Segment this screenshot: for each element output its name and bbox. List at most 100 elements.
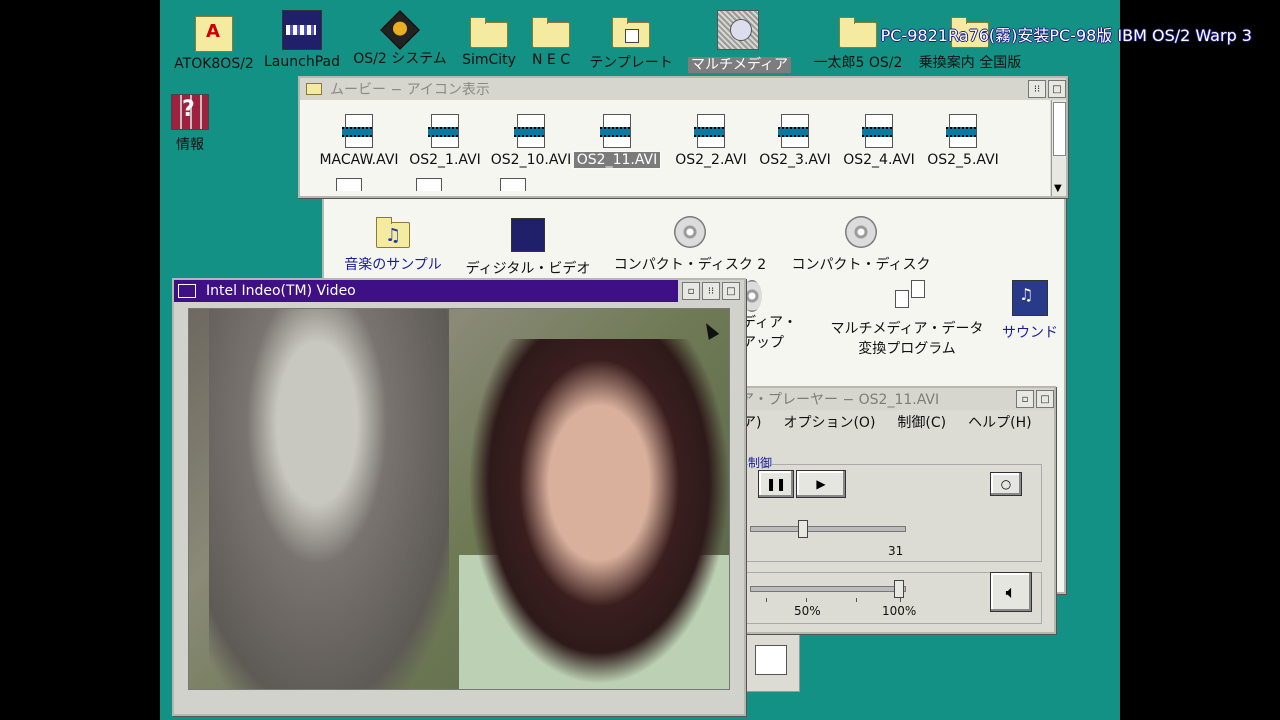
- desktop-icon-label: 一太郎5 OS/2: [813, 55, 903, 71]
- desktop-icon-template[interactable]: テンプレート: [581, 17, 681, 72]
- control-group-label: 制御: [748, 454, 773, 471]
- desktop-icon-label: OS/2 システム: [353, 51, 447, 67]
- minimize-button[interactable]: ▫: [682, 282, 700, 300]
- multimedia-item-cd2[interactable]: コンパクト・ディスク 2: [608, 216, 772, 274]
- movie-file-icon[interactable]: OS2_4.AVI: [834, 114, 924, 168]
- multimedia-icon: [717, 10, 759, 50]
- sound-icon: ♫: [1012, 280, 1048, 316]
- multimedia-item-media-setup[interactable]: ディア・ アップ: [742, 280, 822, 352]
- menu-help[interactable]: ヘルプ(H): [968, 412, 1031, 432]
- video-titlebar[interactable]: Intel Indeo(TM) Video: [174, 280, 678, 302]
- movie-file-label: OS2_3.AVI: [759, 152, 831, 168]
- multimedia-item-label: コンパクト・ディスク 2: [613, 257, 767, 273]
- cd-icon: [674, 216, 706, 248]
- video-person-figure: [459, 339, 729, 689]
- play-button[interactable]: ▶: [796, 470, 846, 498]
- desktop-icon-launchpad[interactable]: LaunchPad: [252, 10, 352, 70]
- avi-file-icon: [600, 114, 631, 148]
- video-window: Intel Indeo(TM) Video ▫ ⁝⁝ □: [172, 278, 746, 716]
- scroll-down-arrow-icon[interactable]: ▼: [1054, 183, 1062, 194]
- movie-file-icon[interactable]: OS2_3.AVI: [750, 114, 840, 168]
- menu-control[interactable]: 制御(C): [897, 412, 946, 432]
- volume-slider[interactable]: [750, 586, 906, 592]
- os2-system-icon: [380, 10, 420, 50]
- movie-file-label: OS2_4.AVI: [843, 152, 915, 168]
- multimedia-item-label: サウンド: [1002, 325, 1058, 341]
- volume-tick: [900, 598, 901, 602]
- movie-file-icon[interactable]: OS2_5.AVI: [918, 114, 1008, 168]
- video-window-title: Intel Indeo(TM) Video: [206, 283, 356, 299]
- movie-file-icon[interactable]: OS2_10.AVI: [486, 114, 576, 168]
- movie-window-title: ムービー − アイコン表示: [330, 82, 490, 98]
- restore-button[interactable]: ⁝⁝: [1028, 80, 1046, 98]
- multimedia-item-label-line2: 変換プログラム: [858, 341, 956, 357]
- movie-file-icon[interactable]: OS2_11.AVI: [572, 114, 662, 169]
- folder-icon: [532, 17, 570, 48]
- volume-slider-thumb[interactable]: [894, 580, 904, 598]
- minimize-button[interactable]: ▫: [1016, 390, 1034, 408]
- position-slider[interactable]: [750, 526, 906, 532]
- multimedia-item-sound[interactable]: ♫ サウンド: [998, 280, 1062, 342]
- maximize-button[interactable]: □: [1036, 390, 1054, 408]
- desktop-icon-label: N E C: [532, 52, 570, 68]
- multimedia-item-label: ディジタル・ビデオ: [465, 261, 591, 277]
- multimedia-item-music[interactable]: ♫ 音楽のサンプル: [338, 217, 448, 274]
- template-folder-icon: [612, 17, 650, 48]
- volume-label-100: 100%: [882, 604, 917, 618]
- movie-file-icon[interactable]: MACAW.AVI: [314, 114, 404, 168]
- vertical-scrollbar[interactable]: ▼: [1051, 100, 1066, 196]
- multimedia-item-label-line2: アップ: [742, 335, 784, 351]
- system-menu-icon[interactable]: [178, 284, 196, 298]
- avi-file-icon[interactable]: [500, 178, 526, 191]
- movie-file-label: OS2_1.AVI: [409, 152, 481, 168]
- multimedia-item-data-converter[interactable]: マルチメディア・データ 変換プログラム: [816, 280, 998, 358]
- desktop-icon-label: 乗換案内 全国版: [918, 55, 1022, 71]
- desktop-icon-atok[interactable]: A ATOK8OS/2: [164, 16, 264, 72]
- multimedia-item-label: マルチメディア・データ: [830, 321, 984, 337]
- position-slider-thumb[interactable]: [798, 520, 808, 538]
- movie-file-icon[interactable]: OS2_2.AVI: [666, 114, 756, 168]
- record-button[interactable]: ○: [990, 472, 1022, 496]
- movie-file-label: OS2_10.AVI: [490, 152, 572, 168]
- multimedia-item-label: 音楽のサンプル: [344, 257, 442, 273]
- position-label: 31: [888, 544, 904, 558]
- volume-tick: [766, 598, 767, 602]
- player-menubar: ア) オプション(O) 制御(C) ヘルプ(H): [710, 412, 1054, 432]
- desktop-icon-info[interactable]: ? 情報: [160, 94, 240, 154]
- volume-label-50: 50%: [794, 604, 821, 618]
- video-sloth-figure: [209, 309, 449, 689]
- volume-tick: [806, 598, 807, 602]
- restore-button[interactable]: ⁝⁝: [702, 282, 720, 300]
- printer-icon[interactable]: [744, 634, 800, 692]
- multimedia-item-cd[interactable]: コンパクト・ディスク: [786, 216, 936, 274]
- avi-file-icon[interactable]: [416, 178, 442, 191]
- folder-icon: [839, 17, 877, 48]
- digital-video-icon: [511, 218, 545, 252]
- desktop-icon-label: LaunchPad: [264, 54, 340, 70]
- movie-file-label: OS2_2.AVI: [675, 152, 747, 168]
- desktop-icon-os2-system[interactable]: OS/2 システム: [350, 10, 450, 68]
- multimedia-item-digital-video[interactable]: ディジタル・ビデオ: [458, 218, 598, 278]
- maximize-button[interactable]: □: [1048, 80, 1066, 98]
- movie-window-titlebar[interactable]: ムービー − アイコン表示 ⁝⁝ □: [300, 78, 1066, 100]
- desktop-icon-multimedia[interactable]: マルチメディア: [688, 10, 792, 74]
- avi-file-icon: [946, 114, 977, 148]
- multimedia-item-label: コンパクト・ディスク: [791, 257, 931, 273]
- multimedia-item-label: ディア・: [742, 315, 798, 331]
- avi-file-icon: [342, 114, 373, 148]
- desktop-icon-label: ATOK8OS/2: [174, 56, 254, 72]
- maximize-button[interactable]: □: [722, 282, 740, 300]
- folder-icon: [306, 83, 322, 95]
- menu-options[interactable]: オプション(O): [783, 412, 875, 432]
- mute-button[interactable]: 🔈︎: [990, 572, 1032, 612]
- movie-file-label: OS2_11.AVI: [572, 151, 662, 169]
- player-titlebar[interactable]: ア・プレーヤー − OS2_11.AVI ▫ □: [710, 388, 1054, 410]
- desktop: A ATOK8OS/2 LaunchPad OS/2 システム SimCity …: [160, 0, 1120, 720]
- pause-button[interactable]: ❚❚: [758, 470, 794, 498]
- avi-file-icon[interactable]: [336, 178, 362, 191]
- movie-file-label: OS2_5.AVI: [927, 152, 999, 168]
- desktop-icon-label: マルチメディア: [688, 57, 792, 73]
- cd-icon: [845, 216, 877, 248]
- movie-file-icon[interactable]: OS2_1.AVI: [400, 114, 490, 168]
- video-frame: [188, 308, 730, 690]
